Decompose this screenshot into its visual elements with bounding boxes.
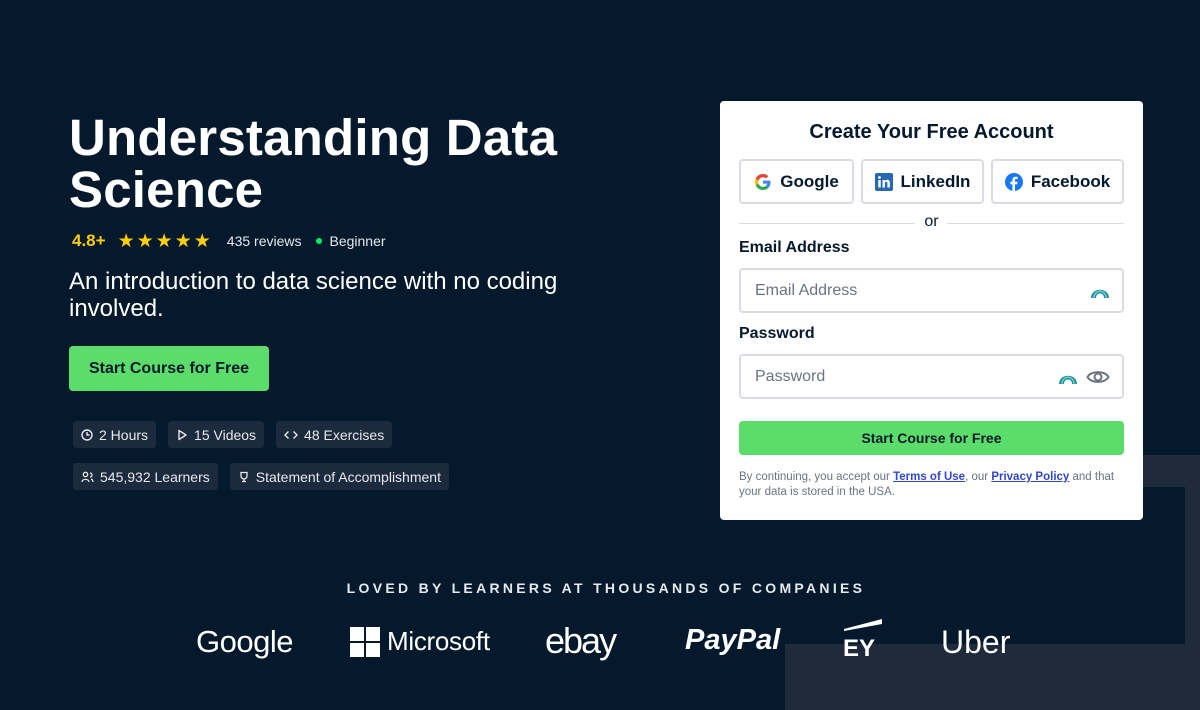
uber-logo: Uber — [941, 624, 1011, 660]
users-icon — [81, 471, 94, 482]
videos-chip: 15 Videos — [168, 421, 265, 448]
learners-chip: 545,932 Learners — [73, 463, 218, 490]
clock-icon — [81, 428, 93, 441]
course-level: Beginner — [329, 233, 386, 249]
facebook-icon — [1004, 172, 1023, 191]
legal-prefix: By continuing, you accept our — [739, 471, 894, 483]
start-course-submit-button[interactable]: Start Course for Free — [739, 421, 1124, 455]
microsoft-logo: Microsoft — [350, 626, 490, 657]
duration-label: 2 Hours — [99, 426, 149, 443]
play-icon — [178, 429, 187, 440]
duration-chip: 2 Hours — [73, 421, 157, 448]
signup-title: Create Your Free Account — [809, 121, 1054, 143]
videos-label: 15 Videos — [194, 426, 257, 443]
email-field[interactable]: Email Address — [739, 268, 1124, 313]
terms-link[interactable]: Terms of Use — [893, 471, 965, 483]
password-label: Password — [739, 325, 815, 342]
star-icon: ★ — [193, 230, 211, 252]
facebook-label: Facebook — [1030, 171, 1111, 191]
star-icon: ★ — [155, 230, 173, 252]
star-icon: ★ — [136, 230, 154, 252]
facebook-signin-button[interactable]: Facebook — [991, 159, 1124, 204]
certificate-chip: Statement of Accomplishment — [229, 463, 449, 490]
ey-logo-mark: EY — [843, 619, 882, 658]
ey-logo: EY — [842, 616, 884, 658]
linkedin-label: LinkedIn — [900, 171, 971, 191]
star-icon: ★ — [174, 230, 192, 252]
linkedin-signin-button[interactable]: LinkedIn — [861, 159, 984, 204]
ey-wordmark: EY — [843, 635, 875, 658]
microsoft-grid-icon — [350, 626, 380, 657]
email-label: Email Address — [739, 239, 850, 256]
star-icon: ★ — [117, 230, 135, 252]
google-logo: Google — [196, 624, 293, 659]
rating-value: 4.8+ — [72, 231, 106, 250]
company-logos: Google Microsoft ebay PayPal EY Uber — [0, 614, 1200, 664]
paypal-logo: PayPal — [685, 624, 781, 656]
legal-mid: , our — [965, 471, 992, 483]
or-text: or — [924, 213, 939, 230]
legal-disclaimer: By continuing, you accept our Terms of U… — [739, 470, 1129, 500]
code-icon — [284, 430, 299, 439]
privacy-link[interactable]: Privacy Policy — [991, 471, 1069, 483]
google-icon — [755, 173, 771, 190]
password-manager-icon[interactable] — [1058, 369, 1078, 385]
exercises-label: 48 Exercises — [304, 426, 385, 443]
star-rating: ★ ★ ★ ★ ★ — [118, 232, 211, 251]
reviews-count[interactable]: 435 reviews — [227, 233, 302, 249]
password-field[interactable]: Password — [739, 354, 1124, 399]
eye-icon[interactable] — [1086, 369, 1110, 385]
linkedin-icon — [874, 172, 893, 191]
exercises-chip: 48 Exercises — [276, 421, 393, 448]
ebay-logo: ebay — [545, 620, 617, 661]
course-stats-row: 2 Hours 15 Videos 48 Exercises — [73, 421, 393, 448]
certificate-label: Statement of Accomplishment — [255, 468, 441, 485]
google-label: Google — [780, 171, 839, 191]
level-dot-icon — [315, 238, 322, 244]
course-title: Understanding Data Science — [69, 109, 558, 218]
rating-row: 4.8+ ★ ★ ★ ★ ★ 435 reviews Beginner — [72, 230, 386, 252]
trophy-icon — [240, 471, 248, 482]
email-placeholder: Email Address — [755, 281, 858, 299]
companies-heading: LOVED BY LEARNERS AT THOUSANDS OF COMPAN… — [346, 580, 866, 596]
password-placeholder: Password — [755, 367, 826, 385]
learners-label: 545,932 Learners — [100, 468, 210, 485]
google-signin-button[interactable]: Google — [739, 159, 854, 204]
microsoft-wordmark: Microsoft — [387, 626, 490, 656]
or-divider: or — [739, 213, 1124, 233]
start-course-button[interactable]: Start Course for Free — [69, 346, 269, 391]
course-stats-row: 545,932 Learners Statement of Accomplish… — [73, 463, 449, 490]
divider-line — [947, 223, 1124, 224]
signup-card: Create Your Free Account Google LinkedIn… — [720, 101, 1143, 520]
course-subtitle: An introduction to data science with no … — [69, 268, 558, 322]
password-manager-icon[interactable] — [1090, 283, 1110, 299]
